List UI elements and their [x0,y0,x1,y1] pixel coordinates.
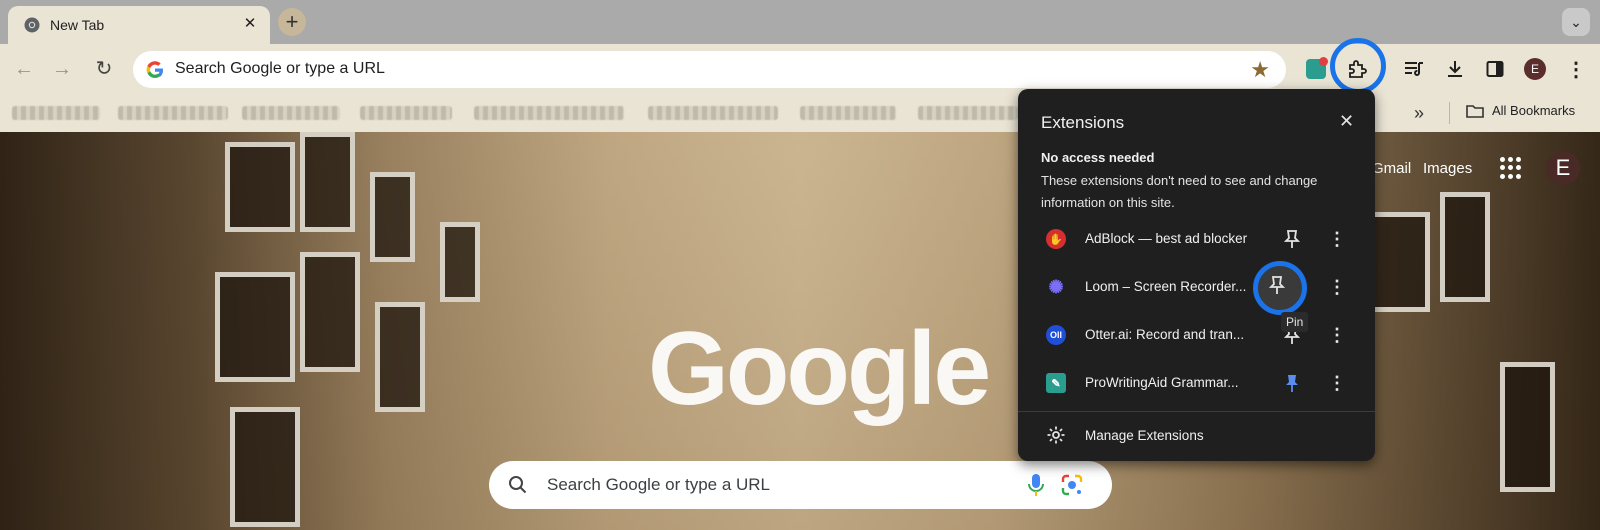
section-heading: No access needed [1041,150,1155,165]
new-tab-button[interactable]: + [278,8,306,36]
adblock-icon: ✋ [1046,229,1066,249]
window-decor [1440,192,1490,302]
google-g-icon [146,61,163,78]
window-decor [1370,212,1430,312]
google-logo: Google [648,311,991,427]
window-decor [1500,362,1555,492]
prowritingaid-icon: ✎ [1046,373,1066,393]
window-decor [225,142,295,232]
extension-name: AdBlock — best ad blocker [1085,231,1248,246]
loom-pin-button[interactable] [1253,261,1307,315]
chrome-icon [24,17,40,33]
omnibox-text: Search Google or type a URL [175,60,385,77]
bookmark-star-icon[interactable]: ★ [1250,57,1270,83]
gmail-link[interactable]: Gmail [1372,160,1411,177]
tab-new-tab[interactable]: New Tab ✕ [8,6,270,44]
window-decor [230,407,300,527]
bookmarks-overflow-icon[interactable]: » [1414,103,1424,124]
voice-search-icon[interactable] [1028,473,1044,497]
tab-close-icon[interactable]: ✕ [240,14,260,34]
manage-extensions-label: Manage Extensions [1085,428,1204,443]
pin-icon [1269,276,1285,294]
bookmark-item[interactable] [12,106,100,120]
popup-title: Extensions [1041,113,1125,132]
window-decor [440,222,480,302]
highlight-ring-extensions [1330,38,1386,94]
back-icon[interactable]: ← [12,57,36,81]
images-link[interactable]: Images [1423,160,1472,177]
extension-row-loom[interactable]: ✺ Loom – Screen Recorder... ⋮ [1018,263,1375,311]
reload-icon[interactable]: ↻ [92,57,116,81]
side-panel-icon[interactable] [1483,57,1507,81]
google-lens-icon[interactable] [1060,473,1084,497]
pin-icon[interactable] [1280,227,1304,251]
window-decor [215,272,295,382]
popup-close-icon[interactable]: ✕ [1339,111,1354,132]
section-description: These extensions don't need to see and c… [1041,173,1318,210]
downloads-icon[interactable] [1443,57,1467,81]
extension-name: Otter.ai: Record and tran... [1085,327,1245,342]
ntp-avatar[interactable]: E [1546,151,1580,185]
omnibox[interactable]: Search Google or type a URL ★ [133,51,1286,88]
window-decor [375,302,425,412]
bookmark-item[interactable] [918,106,1018,120]
ntp-search-box[interactable]: Search Google or type a URL [489,461,1112,509]
more-options-icon[interactable]: ⋮ [1328,370,1346,396]
bookmark-item[interactable] [648,106,778,120]
more-options-icon[interactable]: ⋮ [1328,322,1346,348]
ntp-search-placeholder: Search Google or type a URL [547,475,771,494]
chrome-menu-icon[interactable]: ⋮ [1564,57,1588,81]
more-options-icon[interactable]: ⋮ [1328,274,1346,300]
extension-name: ProWritingAid Grammar... [1085,375,1239,390]
tab-search-button[interactable]: ⌄ [1562,8,1590,36]
otter-icon: Oll [1046,325,1066,345]
google-apps-icon[interactable] [1500,157,1522,179]
bookmark-item[interactable] [242,106,340,120]
bookmark-item[interactable] [118,106,228,120]
window-decor [300,252,360,372]
tab-title: New Tab [50,17,105,33]
pin-tooltip: Pin [1281,312,1309,332]
window-decor [370,172,415,262]
bookmark-item[interactable] [360,106,452,120]
avatar-initial: E [1524,58,1546,80]
all-bookmarks-button[interactable]: All Bookmarks [1466,103,1575,118]
bookmark-item[interactable] [800,106,896,120]
extension-row-adblock[interactable]: ✋ AdBlock — best ad blocker ⋮ [1018,215,1375,263]
pinned-icon[interactable] [1280,371,1304,395]
profile-avatar-toolbar[interactable]: E [1523,57,1547,81]
bookmark-item[interactable] [474,106,624,120]
window-decor [300,132,355,232]
reading-list-icon[interactable] [1402,57,1426,81]
all-bookmarks-label: All Bookmarks [1492,103,1576,118]
extension-row-otter[interactable]: Oll Otter.ai: Record and tran... ⋮ [1018,311,1375,359]
more-options-icon[interactable]: ⋮ [1328,226,1346,252]
bookmarks-divider [1449,102,1450,124]
loom-icon: ✺ [1048,276,1064,297]
folder-icon [1466,104,1484,118]
extension-name: Loom – Screen Recorder... [1085,279,1247,294]
popup-divider [1018,411,1375,412]
extensions-popup: Extensions ✕ No access needed These exte… [1018,89,1375,461]
extension-row-prowritingaid[interactable]: ✎ ProWritingAid Grammar... ⋮ [1018,359,1375,407]
gear-icon [1047,426,1065,444]
forward-icon[interactable]: → [50,57,74,81]
search-icon [509,476,527,494]
manage-extensions-button[interactable]: Manage Extensions [1018,414,1375,458]
prowritingaid-toolbar-icon[interactable] [1304,57,1328,81]
